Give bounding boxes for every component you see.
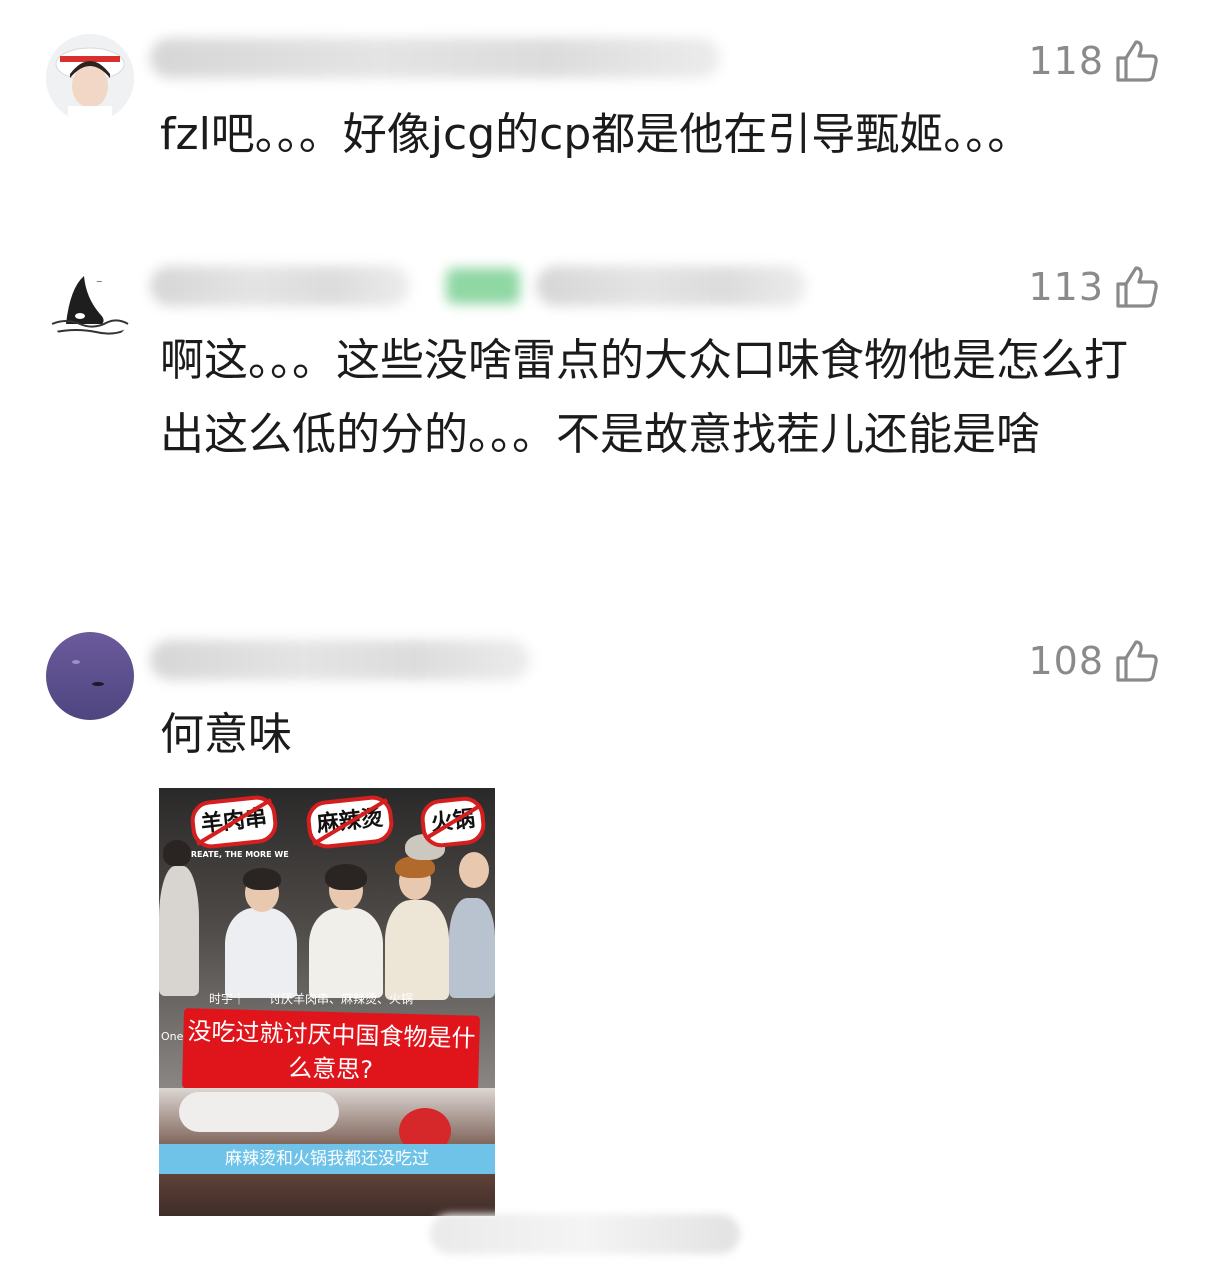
like-count[interactable]: 118 — [1028, 36, 1160, 86]
like-count[interactable]: 113 — [1028, 262, 1160, 312]
thumbs-up-icon[interactable] — [1114, 638, 1160, 684]
comment-text: 何意味 — [160, 709, 292, 760]
thumbs-up-icon[interactable] — [1114, 264, 1160, 310]
like-count[interactable]: 108 — [1028, 636, 1160, 686]
hair — [243, 868, 281, 890]
username-blurred[interactable] — [150, 640, 530, 680]
side-label: One — [161, 1030, 184, 1043]
username-blurred[interactable] — [150, 38, 720, 78]
thumbs-up-icon[interactable] — [1114, 38, 1160, 84]
person-arm — [179, 1092, 339, 1132]
like-number: 108 — [1028, 639, 1104, 683]
hair — [325, 864, 367, 890]
like-number: 113 — [1028, 265, 1104, 309]
avatar[interactable] — [46, 632, 134, 720]
svg-text:~: ~ — [96, 277, 103, 286]
person — [309, 908, 383, 998]
comment-text: 啊这。。。这些没啥雷点的大众口味食物他是怎么打出这么低的分的。。。不是故意找茬儿… — [160, 335, 1128, 460]
avatar[interactable]: ~ — [46, 258, 134, 346]
headline-box: 没吃过就讨厌中国食物是什么意思? — [182, 1008, 480, 1096]
banner-text: CREATE, THE MORE WE — [185, 850, 289, 859]
like-number: 118 — [1028, 39, 1104, 83]
username-blurred[interactable] — [150, 266, 410, 306]
video-subtitle: 时宇｜ 讨厌羊肉串、麻辣烫、火锅 — [209, 992, 414, 1006]
watermark-blurred — [430, 1214, 740, 1254]
comment-image[interactable]: CREATE, THE MORE WE 羊肉串 麻辣烫 火锅 时宇｜ 讨厌羊肉串… — [159, 788, 495, 1216]
person — [159, 866, 199, 996]
comment-text: fzl吧。。。好像jcg的cp都是他在引导甄姬。。。 — [160, 109, 1032, 160]
hair — [163, 840, 191, 866]
person — [385, 900, 449, 1000]
head — [459, 852, 489, 888]
caption-bar: 麻辣烫和火锅我都还没吃过 — [159, 1144, 495, 1174]
badge-blurred — [446, 268, 520, 304]
person — [449, 898, 495, 998]
avatar[interactable] — [46, 34, 134, 122]
person — [225, 908, 297, 998]
meta-blurred — [536, 266, 806, 306]
